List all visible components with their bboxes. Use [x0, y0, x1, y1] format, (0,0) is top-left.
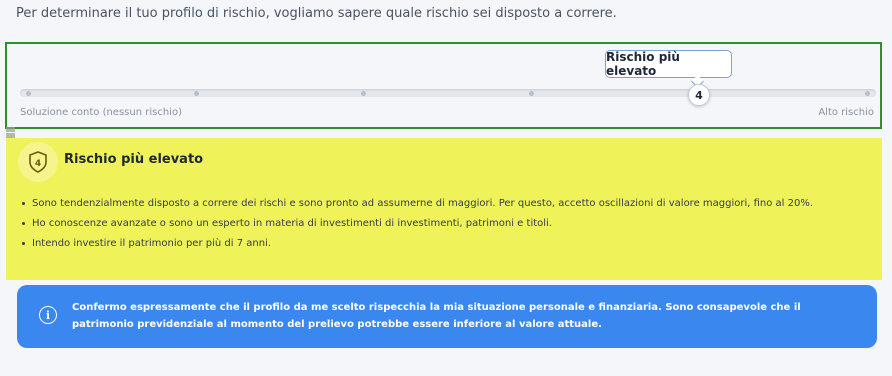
slider-max-label: Alto rischio [818, 107, 874, 118]
shield-number: 4 [35, 159, 41, 169]
risk-slider[interactable]: Rischio più elevato 4 Soluzione conto (n… [5, 42, 882, 129]
slider-thumb[interactable]: 4 [688, 84, 710, 106]
slider-tick-2[interactable] [194, 91, 199, 96]
profile-title: Rischio più elevato [64, 152, 204, 167]
slider-min-label: Soluzione conto (nessun rischio) [20, 107, 182, 118]
slider-tick-5[interactable] [865, 91, 870, 96]
confirmation-text: Confermo espressamente che il profilo da… [72, 302, 801, 330]
slider-track[interactable] [20, 89, 876, 97]
list-item: Sono tendenzialmente disposto a correre … [20, 196, 870, 211]
list-item: Intendo investire il patrimonio per più … [20, 236, 870, 251]
confirmation-notice: i Confermo espressamente che il profilo … [17, 285, 877, 348]
risk-profile-panel: 4 Rischio più elevato Sono tendenzialmen… [6, 138, 882, 280]
slider-tick-3[interactable] [361, 91, 366, 96]
list-item: Ho conoscenze avanzate o sono un esperto… [20, 216, 870, 231]
intro-text: Per determinare il tuo profilo di rischi… [16, 6, 617, 21]
slider-tooltip: Rischio più elevato [605, 50, 732, 78]
profile-bullet-list: Sono tendenzialmente disposto a correre … [20, 196, 870, 256]
info-icon: i [39, 306, 57, 324]
slider-tick-1[interactable] [26, 91, 31, 96]
slider-tick-4[interactable] [529, 91, 534, 96]
shield-icon: 4 [18, 142, 58, 182]
